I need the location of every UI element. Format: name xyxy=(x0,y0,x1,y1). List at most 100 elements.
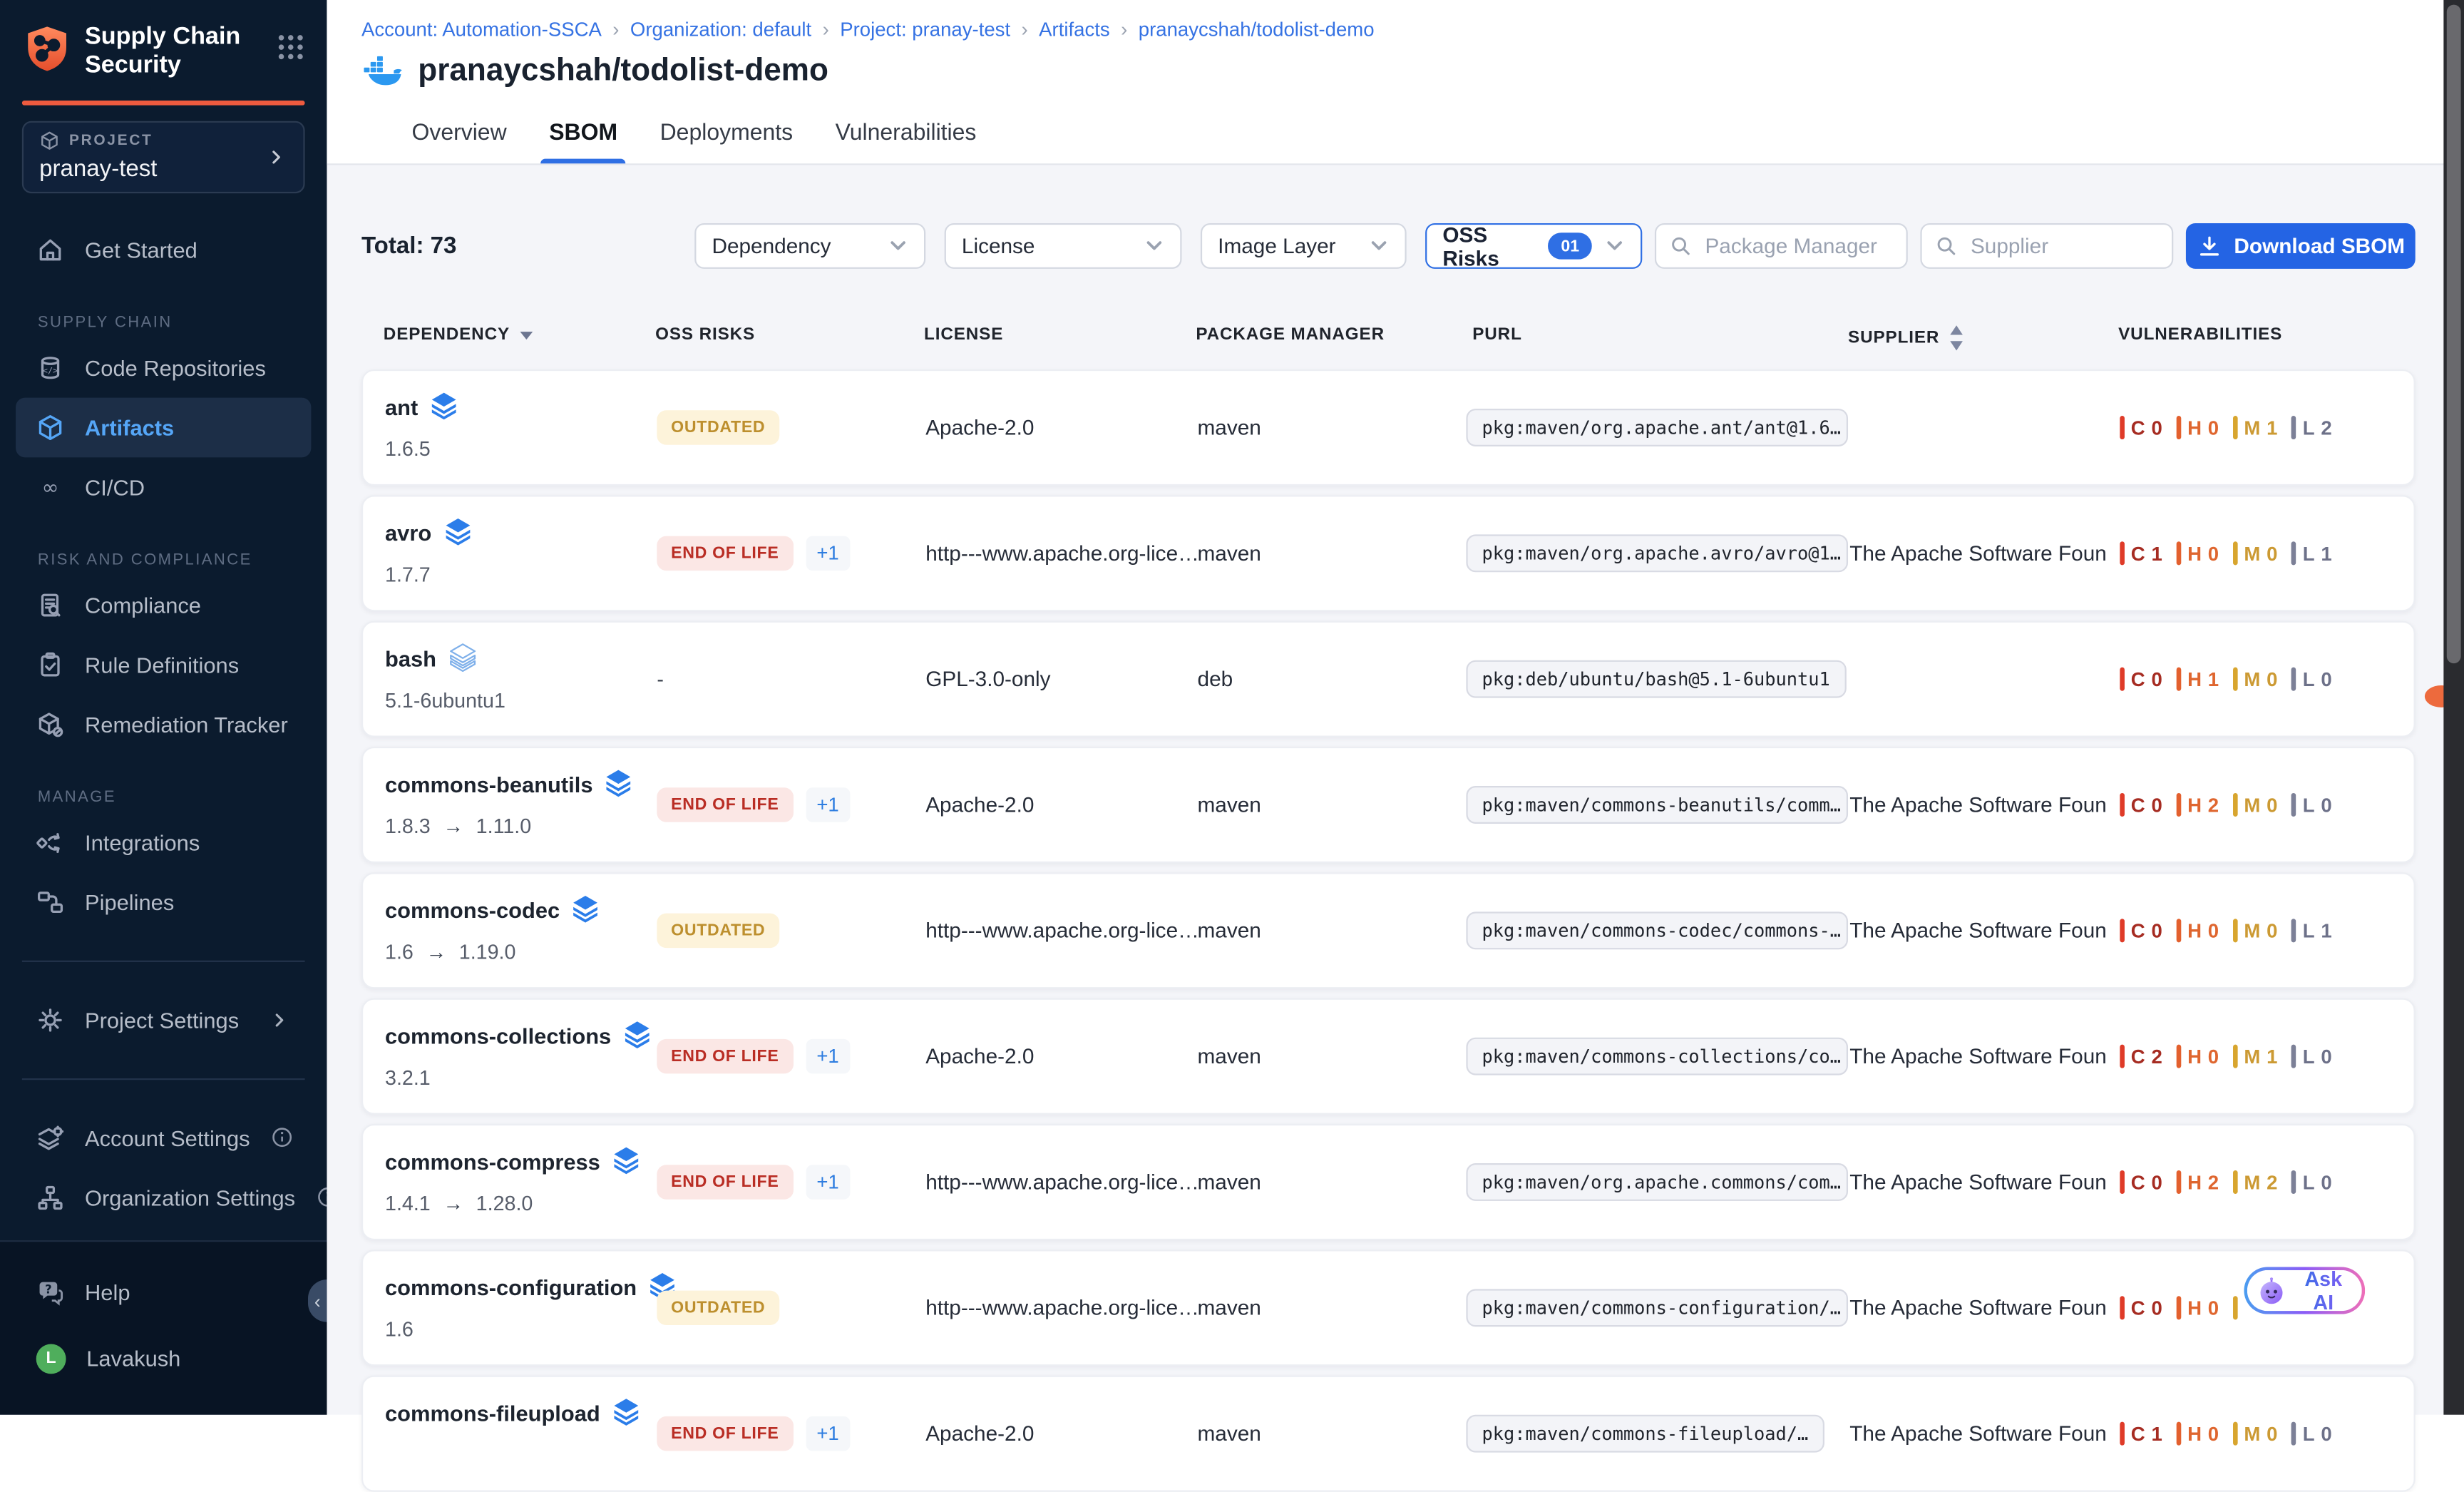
oss-risk-badge: END OF LIFE xyxy=(657,1165,793,1199)
sidebar-item-ci-cd[interactable]: ∞CI/CD xyxy=(16,456,311,516)
sidebar-item-artifacts[interactable]: Artifacts xyxy=(16,397,311,457)
purl-chip[interactable]: pkg:maven/commons-collections/co… xyxy=(1466,1038,1848,1075)
severity-letter: L xyxy=(2303,919,2315,941)
breadcrumb-link[interactable]: Organization: default xyxy=(630,19,811,41)
docsearch-icon xyxy=(36,591,65,619)
sidebar-item-integrations[interactable]: Integrations xyxy=(16,812,311,872)
arrow-right-icon: → xyxy=(443,814,463,838)
breadcrumb-link[interactable]: Project: pranay-test xyxy=(840,19,1010,41)
purl-chip[interactable]: pkg:maven/commons-configuration/… xyxy=(1466,1289,1848,1327)
layers-icon xyxy=(431,392,457,421)
sidebar-item-lavakush[interactable]: LLavakush xyxy=(16,1325,311,1391)
tab-deployments[interactable]: Deployments xyxy=(660,121,794,164)
sidebar-item-label: Integrations xyxy=(85,829,200,854)
table-row[interactable]: commons-beanutils1.8.3→1.11.0END OF LIFE… xyxy=(361,747,2416,863)
purl-chip[interactable]: pkg:maven/org.apache.ant/ant@1.6… xyxy=(1466,409,1848,446)
scrollbar-track[interactable] xyxy=(2443,0,2464,1415)
search-input[interactable] xyxy=(1968,233,2160,259)
vuln-severity-l: L2 xyxy=(2291,416,2331,439)
filter-oss-risks[interactable]: OSS Risks01 xyxy=(1425,223,1642,269)
purl-chip[interactable]: pkg:deb/ubuntu/bash@5.1-6ubuntu1 xyxy=(1466,660,1845,698)
sidebar-item-pipelines[interactable]: Pipelines xyxy=(16,872,311,931)
module-grid-icon[interactable] xyxy=(277,33,305,61)
table-row[interactable]: commons-collections3.2.1END OF LIFE+1Apa… xyxy=(361,998,2416,1115)
tab-sbom[interactable]: SBOM xyxy=(549,121,617,164)
purl-chip[interactable]: pkg:maven/commons-fileupload/… xyxy=(1466,1415,1824,1453)
severity-letter: M xyxy=(2244,542,2260,564)
sidebar-item-account-settings[interactable]: Account Settings xyxy=(16,1108,311,1167)
breadcrumb-separator: › xyxy=(1022,19,1028,41)
oss-risk-none: - xyxy=(657,668,664,691)
sidebar-item-remediation-tracker[interactable]: Remediation Tracker xyxy=(16,694,311,754)
breadcrumb-link[interactable]: pranaycshah/todolist-demo xyxy=(1139,19,1375,41)
dependency-name-text: bash xyxy=(385,645,436,670)
oss-risk-more-chip[interactable]: +1 xyxy=(806,787,850,822)
sidebar-item-project-settings[interactable]: Project Settings xyxy=(16,989,311,1049)
vuln-severity-c: C1 xyxy=(2120,1422,2162,1446)
vuln-severity-m: M0 xyxy=(2233,1422,2278,1446)
home-icon xyxy=(36,235,65,264)
purl-chip[interactable]: pkg:maven/org.apache.commons/com… xyxy=(1466,1163,1848,1201)
oss-risk-cell: OUTDATED xyxy=(657,914,779,948)
table-row[interactable]: commons-configuration1.6OUTDATEDhttp---w… xyxy=(361,1250,2416,1366)
search-input[interactable] xyxy=(1702,233,1894,259)
scrollbar-thumb[interactable] xyxy=(2447,5,2461,664)
oss-risk-more-chip[interactable]: +1 xyxy=(806,536,850,571)
filter-license[interactable]: License xyxy=(945,223,1182,269)
sidebar-item-organization-settings[interactable]: Organization Settings xyxy=(16,1167,311,1227)
column-header-package-manager[interactable]: PACKAGE MANAGER xyxy=(1196,325,1385,344)
tab-vulnerabilities[interactable]: Vulnerabilities xyxy=(836,121,977,164)
breadcrumb-link[interactable]: Artifacts xyxy=(1039,19,1110,41)
sidebar-item-get-started[interactable]: Get Started xyxy=(16,219,311,279)
table-row[interactable]: commons-fileuploadEND OF LIFE+1Apache-2.… xyxy=(361,1376,2416,1492)
vuln-severity-h: H0 xyxy=(2177,919,2219,942)
filter-image-layer[interactable]: Image Layer xyxy=(1201,223,1407,269)
tab-overview[interactable]: Overview xyxy=(411,121,506,164)
filter-dependency[interactable]: Dependency xyxy=(694,223,925,269)
purl-chip[interactable]: pkg:maven/org.apache.avro/avro@1… xyxy=(1466,534,1848,572)
table-row[interactable]: bash5.1-6ubuntu1-GPL-3.0-onlydebpkg:deb/… xyxy=(361,621,2416,737)
sidebar-item-help[interactable]: ?Help xyxy=(16,1259,311,1325)
vuln-severity-m: M0 xyxy=(2233,919,2278,942)
column-header-license[interactable]: LICENSE xyxy=(924,325,1003,344)
filter-label: License xyxy=(962,234,1144,257)
column-header-oss-risks[interactable]: OSS RISKS xyxy=(655,325,755,344)
sidebar-item-label: Lavakush xyxy=(86,1346,180,1371)
severity-letter: H xyxy=(2187,794,2202,816)
severity-bar xyxy=(2233,1170,2238,1194)
severity-letter: L xyxy=(2303,417,2315,439)
ask-ai-button[interactable]: Ask AI xyxy=(2244,1267,2365,1314)
package-manager-cell: maven xyxy=(1198,919,1261,942)
table-row[interactable]: commons-codec1.6→1.19.0OUTDATEDhttp---ww… xyxy=(361,872,2416,988)
sidebar-item-rule-definitions[interactable]: Rule Definitions xyxy=(16,634,311,694)
oss-risk-more-chip[interactable]: +1 xyxy=(806,1165,850,1199)
sidebar-item-compliance[interactable]: Compliance xyxy=(16,575,311,635)
oss-risk-more-chip[interactable]: +1 xyxy=(806,1039,850,1073)
download-sbom-button[interactable]: Download SBOM xyxy=(2186,223,2416,269)
oss-risk-cell: OUTDATED xyxy=(657,410,779,444)
version-target: 1.28.0 xyxy=(476,1192,533,1215)
vuln-severity-l: L0 xyxy=(2291,1045,2331,1068)
vuln-severity-h: H2 xyxy=(2177,1170,2219,1194)
filter-label: Image Layer xyxy=(1218,234,1369,257)
severity-count: 0 xyxy=(2208,1423,2219,1445)
column-header-dependency[interactable]: DEPENDENCY xyxy=(384,325,535,344)
column-header-purl[interactable]: PURL xyxy=(1472,325,1522,344)
oss-risk-more-chip[interactable]: +1 xyxy=(806,1416,850,1451)
severity-bar xyxy=(2233,1296,2238,1319)
sidebar-item-code-repositories[interactable]: </>Code Repositories xyxy=(16,337,311,397)
table-row[interactable]: commons-compress1.4.1→1.28.0END OF LIFE+… xyxy=(361,1124,2416,1240)
severity-bar xyxy=(2120,541,2125,565)
severity-count: 0 xyxy=(2267,1423,2277,1445)
severity-count: 1 xyxy=(2267,1046,2277,1068)
column-header-supplier[interactable]: SUPPLIER xyxy=(1848,325,1965,350)
breadcrumb-separator: › xyxy=(823,19,829,41)
breadcrumb-link[interactable]: Account: Automation-SSCA xyxy=(361,19,602,41)
robot-icon xyxy=(2257,1276,2286,1306)
project-selector[interactable]: PROJECT pranay-test xyxy=(22,121,305,193)
column-header-vulnerabilities[interactable]: VULNERABILITIES xyxy=(2118,325,2282,344)
table-row[interactable]: ant1.6.5OUTDATEDApache-2.0mavenpkg:maven… xyxy=(361,369,2416,486)
purl-chip[interactable]: pkg:maven/commons-codec/commons-… xyxy=(1466,911,1848,949)
purl-chip[interactable]: pkg:maven/commons-beanutils/comm… xyxy=(1466,786,1848,824)
table-row[interactable]: avro1.7.7END OF LIFE+1http---www.apache.… xyxy=(361,495,2416,611)
